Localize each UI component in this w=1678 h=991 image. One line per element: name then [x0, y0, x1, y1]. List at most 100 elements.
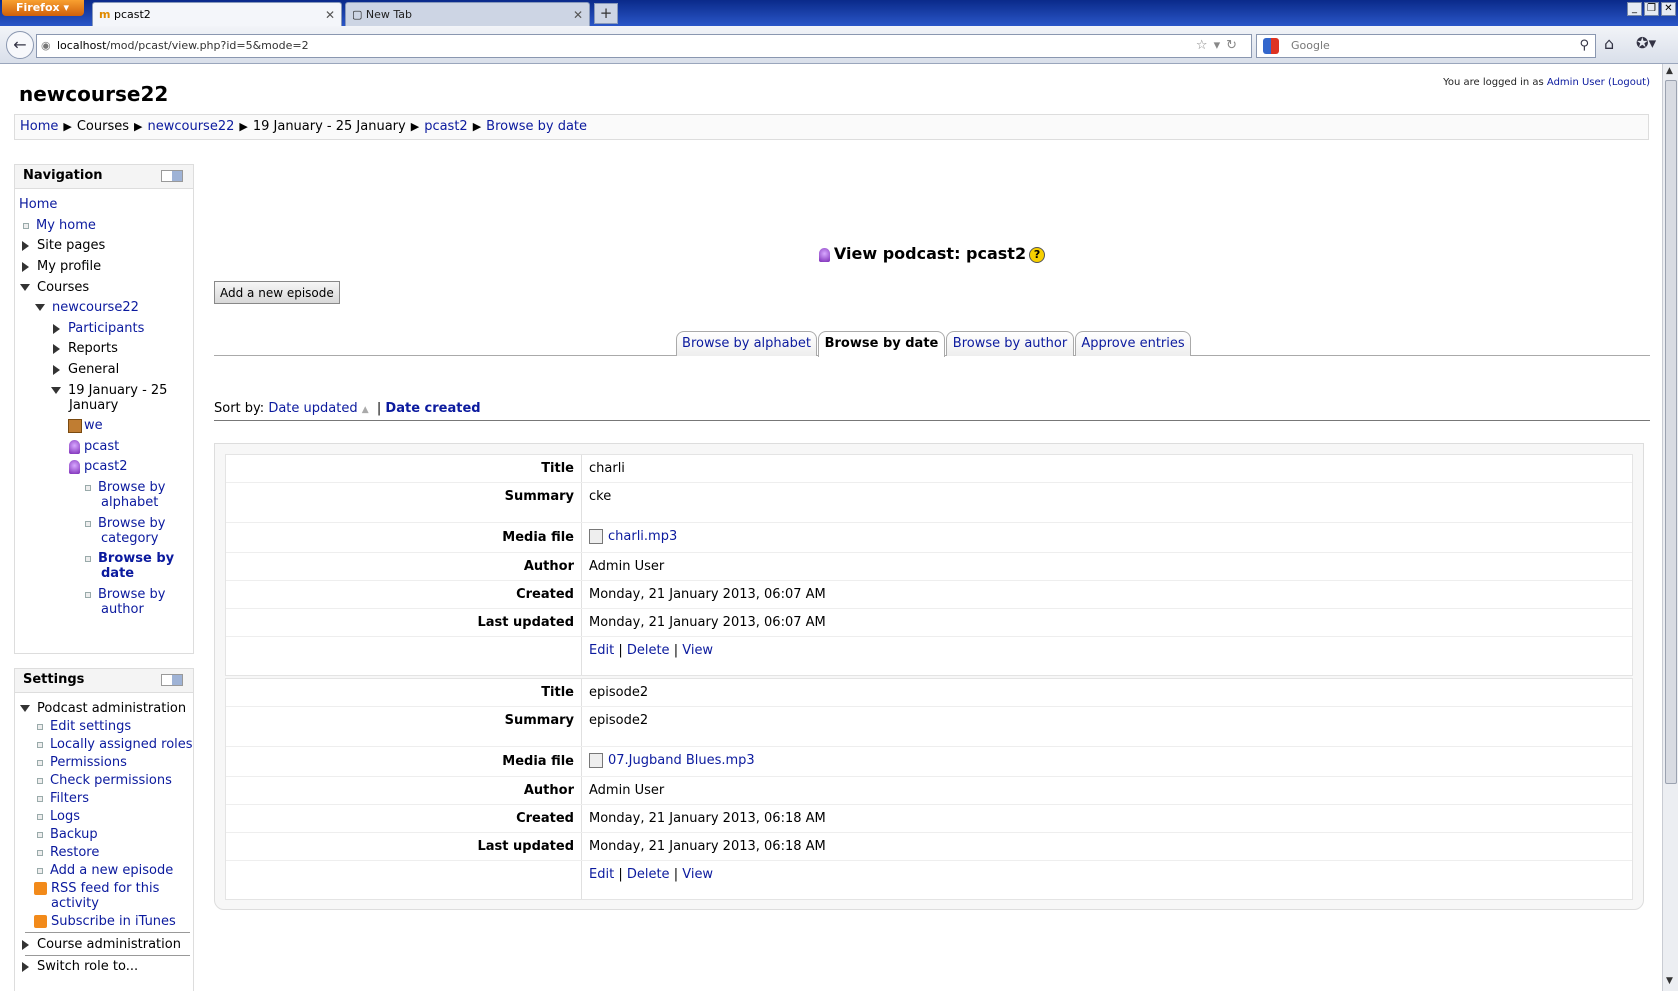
settings-itunes[interactable]: Subscribe in iTunes	[51, 914, 176, 929]
nav-courses[interactable]: Courses	[37, 280, 89, 295]
sort-date-updated[interactable]: Date updated	[268, 401, 357, 416]
collapse-icon[interactable]	[35, 304, 45, 311]
breadcrumb-home[interactable]: Home	[20, 119, 58, 134]
settings-local-roles[interactable]: Locally assigned roles	[50, 737, 193, 752]
settings-edit[interactable]: Edit settings	[50, 719, 131, 734]
expand-icon[interactable]	[22, 261, 29, 272]
tab-browse-author[interactable]: Browse by author	[946, 331, 1074, 356]
expand-icon[interactable]	[53, 323, 60, 334]
tab-browse-alphabet[interactable]: Browse by alphabet	[676, 331, 817, 356]
breadcrumb-browse-by-date[interactable]: Browse by date	[486, 119, 587, 134]
nav-reports[interactable]: Reports	[68, 341, 118, 356]
reload-icon[interactable]: ↻	[1226, 38, 1243, 53]
settings-switch-role[interactable]: Switch role to...	[37, 959, 138, 974]
entry-row: Last updated Monday, 21 January 2013, 06:…	[226, 833, 1632, 861]
bookmarks-icon[interactable]: ✪▾	[1636, 34, 1656, 52]
settings-filters[interactable]: Filters	[50, 791, 89, 806]
nav-browse-category[interactable]: Browse by	[98, 516, 165, 531]
nav-course[interactable]: newcourse22	[52, 300, 139, 315]
tab-pcast2[interactable]: m pcast2 ✕	[92, 2, 342, 26]
nav-pcast[interactable]: pcast	[84, 439, 119, 454]
nav-browse-author-line2[interactable]: author	[101, 602, 144, 617]
edit-link[interactable]: Edit	[589, 867, 614, 882]
minimize-icon[interactable]: _	[1627, 2, 1642, 16]
collapse-icon[interactable]	[20, 284, 30, 291]
nav-my-profile[interactable]: My profile	[37, 259, 101, 274]
nav-site-pages[interactable]: Site pages	[37, 238, 105, 253]
dock-block-icon[interactable]	[161, 170, 183, 182]
sort-date-created[interactable]: Date created	[385, 401, 480, 416]
nav-browse-author[interactable]: Browse by	[98, 587, 165, 602]
collapse-icon[interactable]	[51, 387, 61, 394]
scrollbar-thumb[interactable]	[1665, 80, 1677, 784]
settings-check-permissions[interactable]: Check permissions	[50, 773, 172, 788]
tab-approve-entries[interactable]: Approve entries	[1075, 331, 1191, 356]
url-bar[interactable]: ◉ localhost/mod/pcast/view.php?id=5&mode…	[36, 34, 1252, 58]
close-tab-icon[interactable]: ✕	[325, 3, 335, 27]
settings-rss-feed-line2[interactable]: activity	[51, 896, 99, 911]
delete-link[interactable]: Delete	[627, 867, 670, 882]
entry-row: Last updated Monday, 21 January 2013, 06:…	[226, 609, 1632, 637]
settings-podcast-admin[interactable]: Podcast administration	[37, 701, 186, 716]
media-file-link[interactable]: charli.mp3	[608, 529, 677, 544]
nav-we[interactable]: we	[84, 418, 103, 433]
view-link[interactable]: View	[682, 643, 713, 658]
bookmark-star-icon[interactable]: ☆	[1196, 38, 1214, 53]
settings-logs[interactable]: Logs	[50, 809, 80, 824]
edit-link[interactable]: Edit	[589, 643, 614, 658]
vertical-scrollbar[interactable]: ▲ ▼	[1662, 64, 1678, 991]
scroll-up-icon[interactable]: ▲	[1666, 66, 1673, 76]
nav-browse-alphabet[interactable]: Browse by	[98, 480, 165, 495]
search-icon[interactable]: ⚲	[1579, 35, 1589, 57]
dropdown-icon[interactable]: ▾	[1214, 38, 1227, 53]
nav-browse-date[interactable]: Browse by	[98, 551, 174, 566]
expand-icon[interactable]	[22, 961, 29, 972]
collapse-icon[interactable]	[20, 705, 30, 712]
close-window-icon[interactable]: ✕	[1661, 2, 1676, 16]
settings-rss-feed[interactable]: RSS feed for this	[51, 881, 159, 896]
delete-link[interactable]: Delete	[627, 643, 670, 658]
nav-browse-alphabet-line2[interactable]: alphabet	[101, 495, 158, 510]
bullet-icon	[37, 831, 43, 838]
settings-backup[interactable]: Backup	[50, 827, 98, 842]
expand-icon[interactable]	[22, 240, 29, 251]
settings-add-episode[interactable]: Add a new episode	[50, 863, 173, 878]
tab-browse-date[interactable]: Browse by date	[818, 331, 945, 357]
back-button[interactable]: ←	[6, 31, 34, 59]
user-link[interactable]: Admin User	[1547, 77, 1605, 88]
settings-course-admin[interactable]: Course administration	[37, 937, 181, 952]
restore-icon[interactable]: ❐	[1644, 2, 1659, 16]
expand-icon[interactable]	[22, 939, 29, 950]
nav-pcast2[interactable]: pcast2	[84, 459, 128, 474]
settings-permissions[interactable]: Permissions	[50, 755, 127, 770]
breadcrumb-course[interactable]: newcourse22	[148, 119, 235, 134]
nav-my-home[interactable]: My home	[36, 218, 96, 233]
blank-page-icon: ▢	[352, 8, 363, 21]
nav-week[interactable]: 19 January - 25	[68, 383, 167, 398]
dock-block-icon[interactable]	[161, 674, 183, 686]
expand-icon[interactable]	[53, 343, 60, 354]
add-episode-button[interactable]: Add a new episode	[214, 281, 340, 304]
help-icon[interactable]: ?	[1029, 246, 1046, 263]
bullet-icon	[85, 591, 91, 598]
new-tab-button[interactable]: +	[594, 3, 618, 24]
search-bar[interactable]: Google ⚲	[1256, 34, 1596, 58]
nav-home[interactable]: Home	[19, 197, 57, 212]
scroll-down-icon[interactable]: ▼	[1666, 976, 1673, 986]
home-icon[interactable]: ⌂	[1604, 34, 1614, 53]
close-tab-icon[interactable]: ✕	[573, 3, 583, 27]
logout-link[interactable]: (Logout)	[1608, 77, 1650, 88]
view-link[interactable]: View	[682, 867, 713, 882]
tab-new-tab[interactable]: ▢ New Tab ✕	[345, 2, 590, 26]
nav-browse-date-line2[interactable]: date	[101, 566, 134, 581]
firefox-menu-button[interactable]: Firefox ▾	[2, 0, 84, 16]
nav-participants[interactable]: Participants	[68, 321, 144, 336]
nav-browse-category-line2[interactable]: category	[101, 531, 158, 546]
breadcrumb-pcast2[interactable]: pcast2	[424, 119, 468, 134]
entry-row: Media file 07.Jugband Blues.mp3	[226, 747, 1632, 777]
nav-general[interactable]: General	[68, 362, 119, 377]
media-file-link[interactable]: 07.Jugband Blues.mp3	[608, 753, 755, 768]
google-icon[interactable]	[1263, 38, 1279, 54]
expand-icon[interactable]	[53, 364, 60, 375]
settings-restore[interactable]: Restore	[50, 845, 99, 860]
